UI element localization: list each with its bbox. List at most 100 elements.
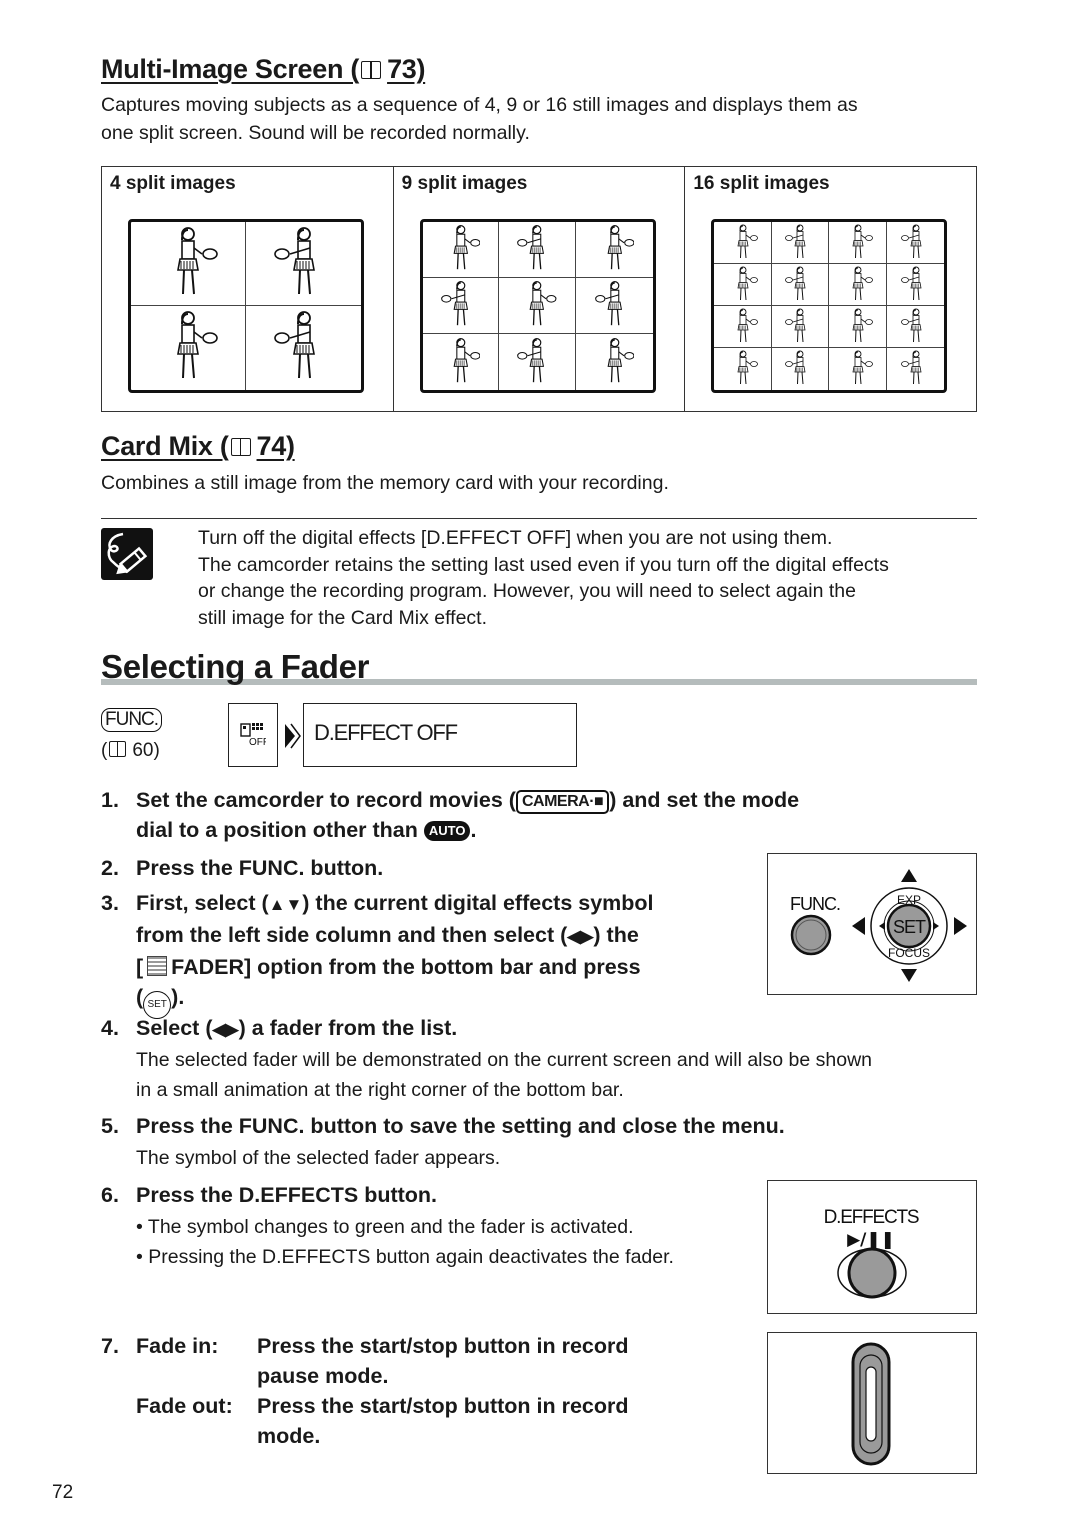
tennis-player-figure: [852, 266, 873, 300]
step-5: 5. Press the FUNC. button to save the se…: [101, 1111, 785, 1141]
page-ref: 73): [387, 54, 426, 84]
tennis-player-figure: [737, 308, 758, 342]
step-text-part: [: [136, 955, 144, 979]
d-effects-button: [847, 1247, 897, 1299]
step-text: Select (◀▶) a fader from the list.: [136, 1013, 457, 1045]
bullet-item: • Pressing the D.EFFECTS button again de…: [136, 1246, 674, 1268]
split-image-cell: [714, 348, 772, 390]
step-text: Press the FUNC. button.: [136, 856, 384, 880]
split-image-cell: [499, 222, 576, 278]
divider: [101, 518, 977, 519]
step-6: 6. Press the D.EFFECTS button.: [101, 1180, 437, 1210]
book-icon: [230, 438, 251, 456]
split-image-cell: [499, 334, 576, 390]
split-image-cell: [772, 348, 830, 390]
note-text: Turn off the digital effects [D.EFFECT O…: [198, 525, 889, 631]
split-image-cell: [771, 222, 830, 264]
up-down-arrows-icon: ▲▼: [268, 895, 303, 914]
split-image-cell: [131, 222, 246, 306]
split-image-cell: [771, 306, 830, 348]
play-pause-icon: ▶/❚❚: [847, 1230, 895, 1250]
fade-in-label: Fade in:: [136, 1334, 219, 1358]
step-text-part: Select (: [136, 1016, 213, 1040]
multi-image-heading: Multi-Image Screen ( 73): [101, 54, 425, 85]
split-image-cell: [886, 306, 945, 348]
section-title: Selecting a Fader: [101, 648, 370, 685]
step-number: 3.: [101, 891, 119, 915]
note-line: still image for the Card Mix effect.: [198, 606, 487, 629]
note-line: or change the recording program. However…: [198, 580, 856, 602]
split-image-cell: [576, 334, 653, 390]
tennis-player-figure: [737, 224, 758, 258]
tennis-player-figure: [517, 337, 545, 382]
tennis-player-figure: [852, 308, 873, 342]
left-right-arrows-icon: ◀▶: [567, 927, 594, 946]
tennis-player-figure: [900, 350, 922, 385]
step-text-part: from the left side column and then selec…: [136, 923, 568, 947]
page-ref: 60): [132, 740, 160, 761]
tennis-player-figure: [900, 266, 922, 300]
tennis-player-figure: [529, 281, 557, 326]
split-image-cell: [422, 278, 500, 334]
step-text-part: ) and set the mode: [609, 788, 800, 812]
split-image-cell: [714, 264, 772, 306]
step-number: 2.: [101, 856, 119, 880]
focus-label: FOCUS: [888, 946, 930, 960]
step-6-bullets: • The symbol changes to green and the fa…: [136, 1212, 674, 1272]
down-arrow-icon: [901, 969, 917, 982]
func-button: [790, 914, 832, 956]
right-arrow-icon: [954, 917, 967, 935]
func-button-badge: FUNC.: [101, 708, 163, 732]
heading-text: Card Mix (: [101, 431, 229, 461]
split-frame-4: [128, 219, 364, 393]
auto-mode-icon: AUTO: [423, 821, 471, 841]
tennis-player-figure: [785, 350, 806, 385]
tennis-player-figure: [737, 266, 758, 300]
card-mix-heading: Card Mix ( 74): [101, 431, 295, 462]
split-cell-16: 16 split images: [685, 167, 976, 411]
heading-text: Multi-Image Screen (: [101, 54, 360, 84]
split-label: 4 split images: [110, 173, 236, 194]
step-text-part: First, select (: [136, 891, 269, 915]
step-2: 2. Press the FUNC. button.: [101, 853, 383, 883]
step-number: 4.: [101, 1016, 119, 1040]
split-image-cell: [771, 264, 830, 306]
description-line: one split screen. Sound will be recorded…: [101, 122, 530, 144]
fade-out-text: Press the start/stop button in record: [257, 1394, 629, 1418]
split-image-cell: [829, 222, 887, 264]
pencil-note-icon: [101, 528, 153, 580]
detail-line: in a small animation at the right corner…: [136, 1079, 624, 1101]
note-line: The camcorder retains the setting last u…: [198, 553, 889, 576]
camera-mode-badge: CAMERA·■: [515, 790, 610, 814]
note-line: Turn off the digital effects [D.EFFECT O…: [198, 527, 833, 549]
step-text-part: ) the current digital effects symbol: [302, 891, 654, 915]
book-icon: [109, 741, 127, 757]
tennis-player-figure: [737, 350, 758, 385]
split-frame-9: [419, 219, 656, 393]
tennis-player-figure: [440, 281, 468, 326]
split-image-cell: [423, 334, 500, 390]
tennis-player-figure: [273, 226, 315, 294]
card-mix-description: Combines a still image from the memory c…: [101, 472, 669, 494]
page-number: 72: [52, 1482, 74, 1503]
split-label: 16 split images: [693, 173, 830, 194]
fader-icon: [147, 956, 168, 976]
tennis-player-figure: [852, 350, 873, 385]
step-number: 7.: [101, 1334, 119, 1358]
set-label: SET: [893, 917, 926, 937]
page-ref: 74): [256, 431, 295, 461]
split-image-cell: [499, 278, 576, 334]
step-4: 4. Select (◀▶) a fader from the list.: [101, 1013, 457, 1045]
double-chevron-icon: [283, 722, 301, 755]
step-number: 1.: [101, 788, 119, 812]
step-text: First, select (▲▼) the current digital e…: [136, 888, 761, 1019]
step-3: 3. First, select (▲▼) the current digita…: [101, 888, 761, 1019]
up-arrow-icon: [901, 869, 917, 882]
func-set-panel: FUNC. SET EXP FOCUS: [767, 853, 977, 995]
split-image-cell: [886, 264, 945, 306]
split-images-table: 4 split images 9 split images 16 split i…: [101, 166, 977, 412]
step-text-part: FADER] option from the bottom bar and pr…: [171, 955, 641, 979]
step-4-detail: The selected fader will be demonstrated …: [136, 1045, 872, 1105]
book-icon: [361, 61, 382, 79]
split-label: 9 split images: [401, 173, 528, 194]
